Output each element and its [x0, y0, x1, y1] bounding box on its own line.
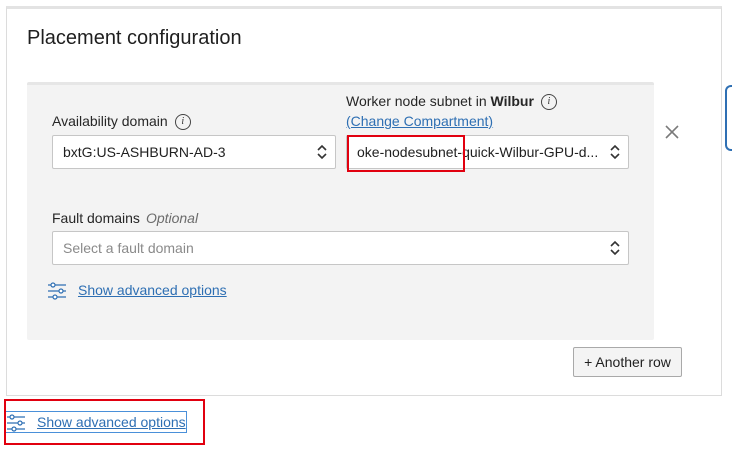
fault-domains-placeholder: Select a fault domain — [63, 240, 194, 256]
sliders-icon — [48, 282, 66, 300]
highlight-box-subnet — [347, 135, 465, 172]
highlight-box-advanced — [4, 399, 205, 445]
close-icon[interactable] — [663, 123, 681, 141]
change-compartment-link[interactable]: (Change Compartment) — [346, 113, 493, 129]
chevron-updown-icon — [317, 144, 327, 160]
info-icon[interactable]: i — [174, 114, 191, 131]
another-row-button[interactable]: + Another row — [573, 347, 682, 377]
compartment-name: Wilbur — [490, 93, 534, 109]
availability-domain-label: Availability domain i — [52, 113, 191, 131]
optional-tag: Optional — [145, 210, 199, 226]
chevron-updown-icon — [610, 144, 620, 160]
panel-title: Placement configuration — [27, 27, 242, 49]
availability-domain-value: bxtG:US-ASHBURN-AD-3 — [63, 144, 226, 160]
side-panel-tab[interactable] — [725, 85, 732, 151]
worker-subnet-label: Worker node subnet in Wilbur i — [346, 93, 557, 111]
show-advanced-options-link[interactable]: Show advanced options — [78, 282, 227, 298]
fault-domains-label: Fault domains Optional — [52, 210, 199, 226]
availability-domain-select[interactable]: bxtG:US-ASHBURN-AD-3 — [52, 135, 336, 169]
info-icon[interactable]: i — [540, 94, 557, 111]
chevron-updown-icon — [610, 240, 620, 256]
fault-domains-select[interactable]: Select a fault domain — [52, 231, 629, 265]
